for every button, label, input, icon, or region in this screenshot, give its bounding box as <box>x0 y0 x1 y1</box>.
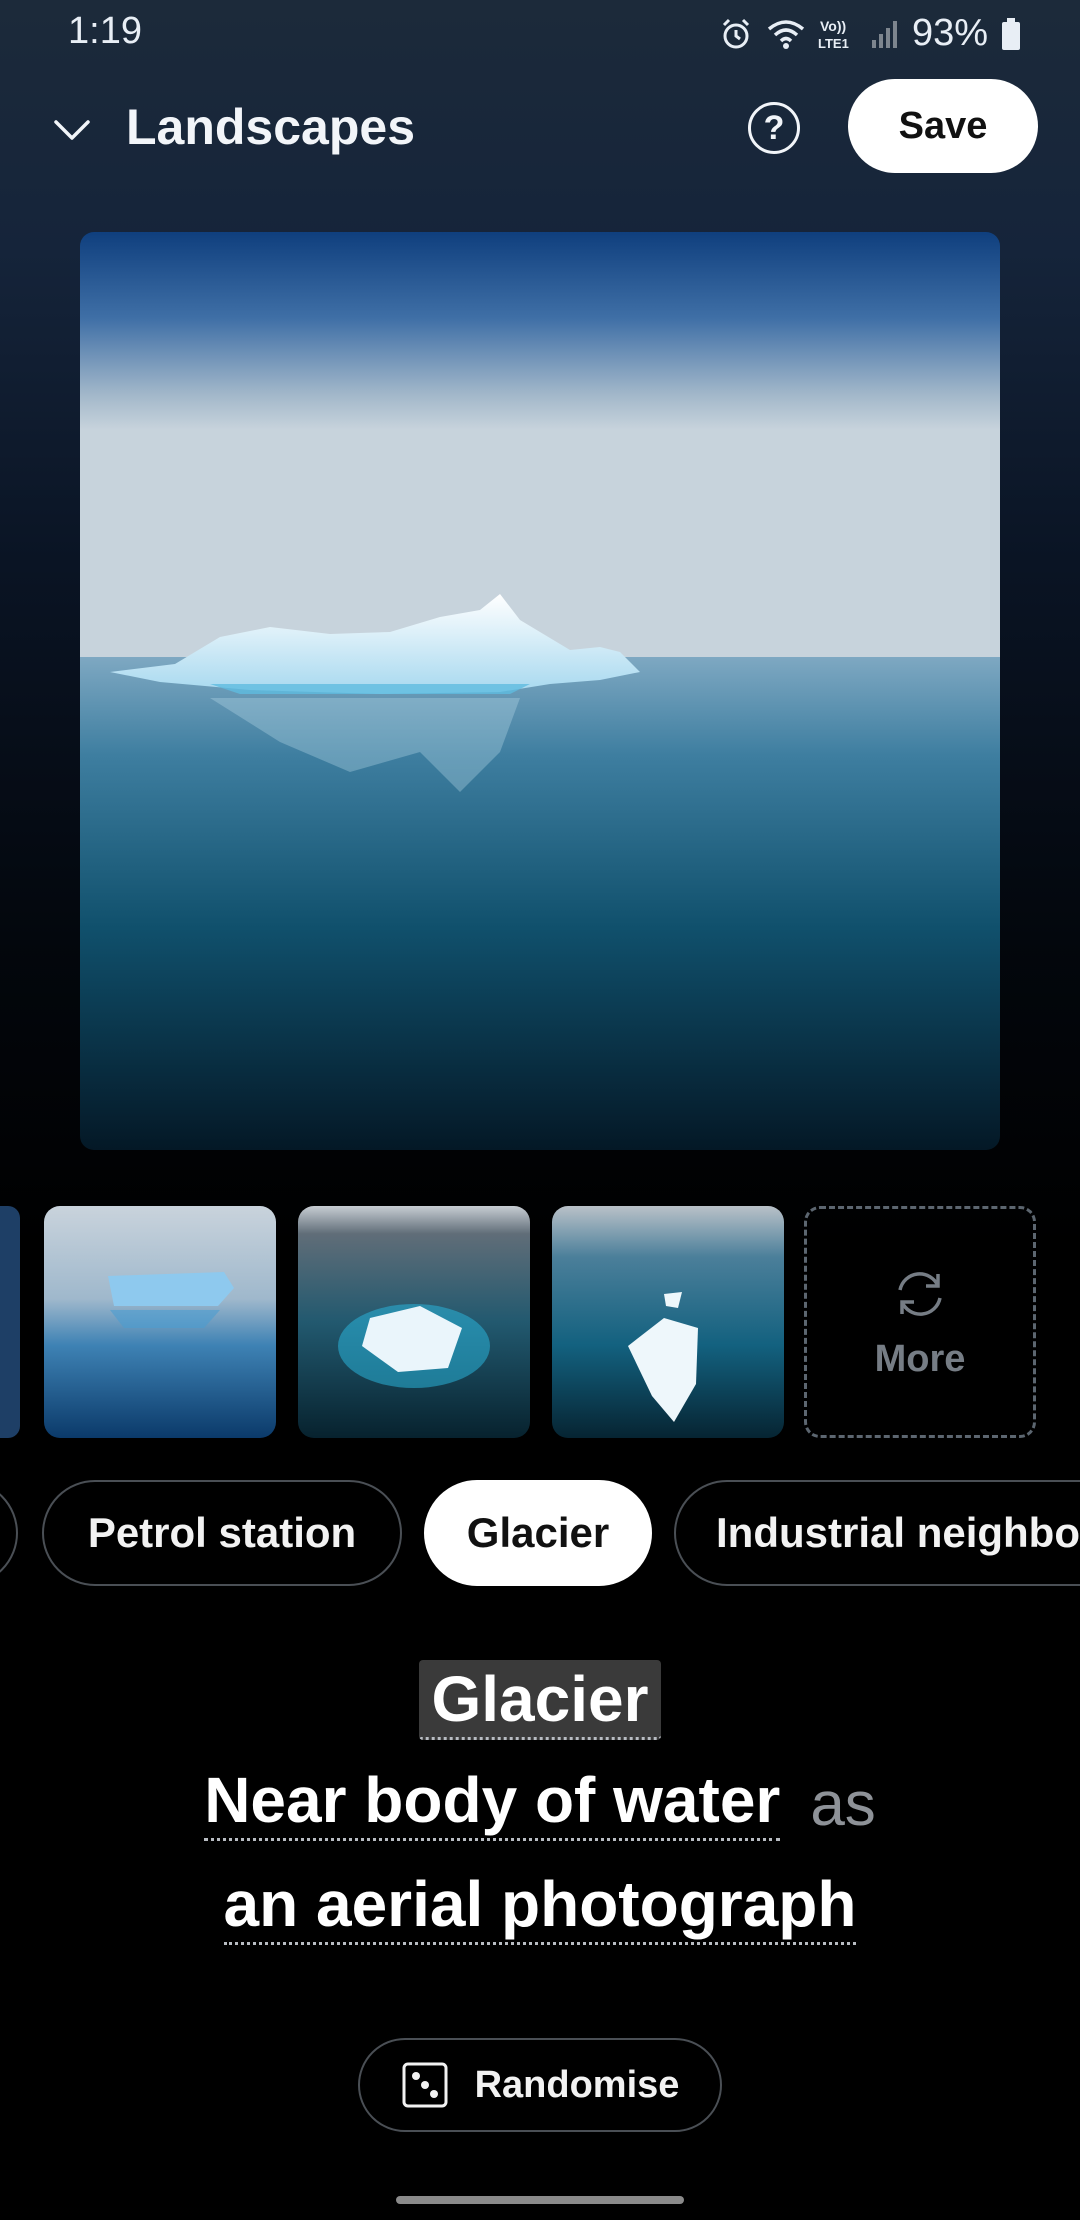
dice-icon <box>402 2062 448 2108</box>
wallpaper-preview <box>80 232 1000 1150</box>
refresh-icon <box>898 1271 942 1316</box>
app-header: Landscapes ? Save <box>0 70 1080 190</box>
chip-glacier[interactable]: Glacier <box>424 1480 652 1586</box>
chip-partial[interactable] <box>0 1480 18 1586</box>
thumbnail-2[interactable] <box>298 1206 530 1438</box>
thumbnail-strip: More <box>0 1206 1080 1438</box>
thumbnail-1[interactable] <box>44 1206 276 1438</box>
chip-petrol-station[interactable]: Petrol station <box>42 1480 402 1586</box>
prompt-text: Glacier Near body of water as an aerial … <box>0 1648 1080 1960</box>
page-title: Landscapes <box>126 99 416 155</box>
randomise-label: Randomise <box>474 2063 680 2106</box>
chip-industrial-neighbourhood[interactable]: Industrial neighbo <box>674 1480 1080 1586</box>
randomise-button[interactable]: Randomise <box>358 2038 722 2132</box>
thumbnail-partial[interactable] <box>0 1206 20 1438</box>
volte-icon: Vo)) LTE1 <box>818 18 849 51</box>
svg-text:Vo)): Vo)) <box>820 18 846 34</box>
battery-percent: 93% <box>911 12 988 54</box>
category-chips: Petrol station Glacier Industrial neighb… <box>0 1480 1080 1586</box>
alarm-icon <box>722 18 749 48</box>
help-button[interactable]: ? <box>748 102 800 154</box>
battery-icon <box>1002 17 1020 50</box>
chevron-down-icon <box>54 120 90 140</box>
svg-text:LTE1: LTE1 <box>818 36 849 51</box>
thumbnail-3[interactable] <box>552 1206 784 1438</box>
status-time: 1:19 <box>68 10 142 52</box>
help-icon: ? <box>763 108 785 147</box>
status-bar: 1:19 Vo)) LTE1 93% <box>0 0 1080 70</box>
prompt-style[interactable]: an aerial photograph <box>223 1870 857 1946</box>
collapse-button[interactable] <box>48 106 96 154</box>
wifi-icon <box>767 19 805 49</box>
more-label: More <box>874 1337 966 1380</box>
prompt-connector: as <box>810 1769 876 1839</box>
prompt-setting[interactable]: Near body of water <box>204 1766 781 1842</box>
save-button[interactable]: Save <box>848 79 1038 173</box>
home-indicator[interactable] <box>396 2196 684 2204</box>
status-icons: Vo)) LTE1 93% <box>718 12 1022 55</box>
prompt-subject[interactable]: Glacier <box>419 1659 661 1741</box>
signal-icon <box>871 20 897 48</box>
more-button[interactable]: More <box>804 1206 1036 1438</box>
